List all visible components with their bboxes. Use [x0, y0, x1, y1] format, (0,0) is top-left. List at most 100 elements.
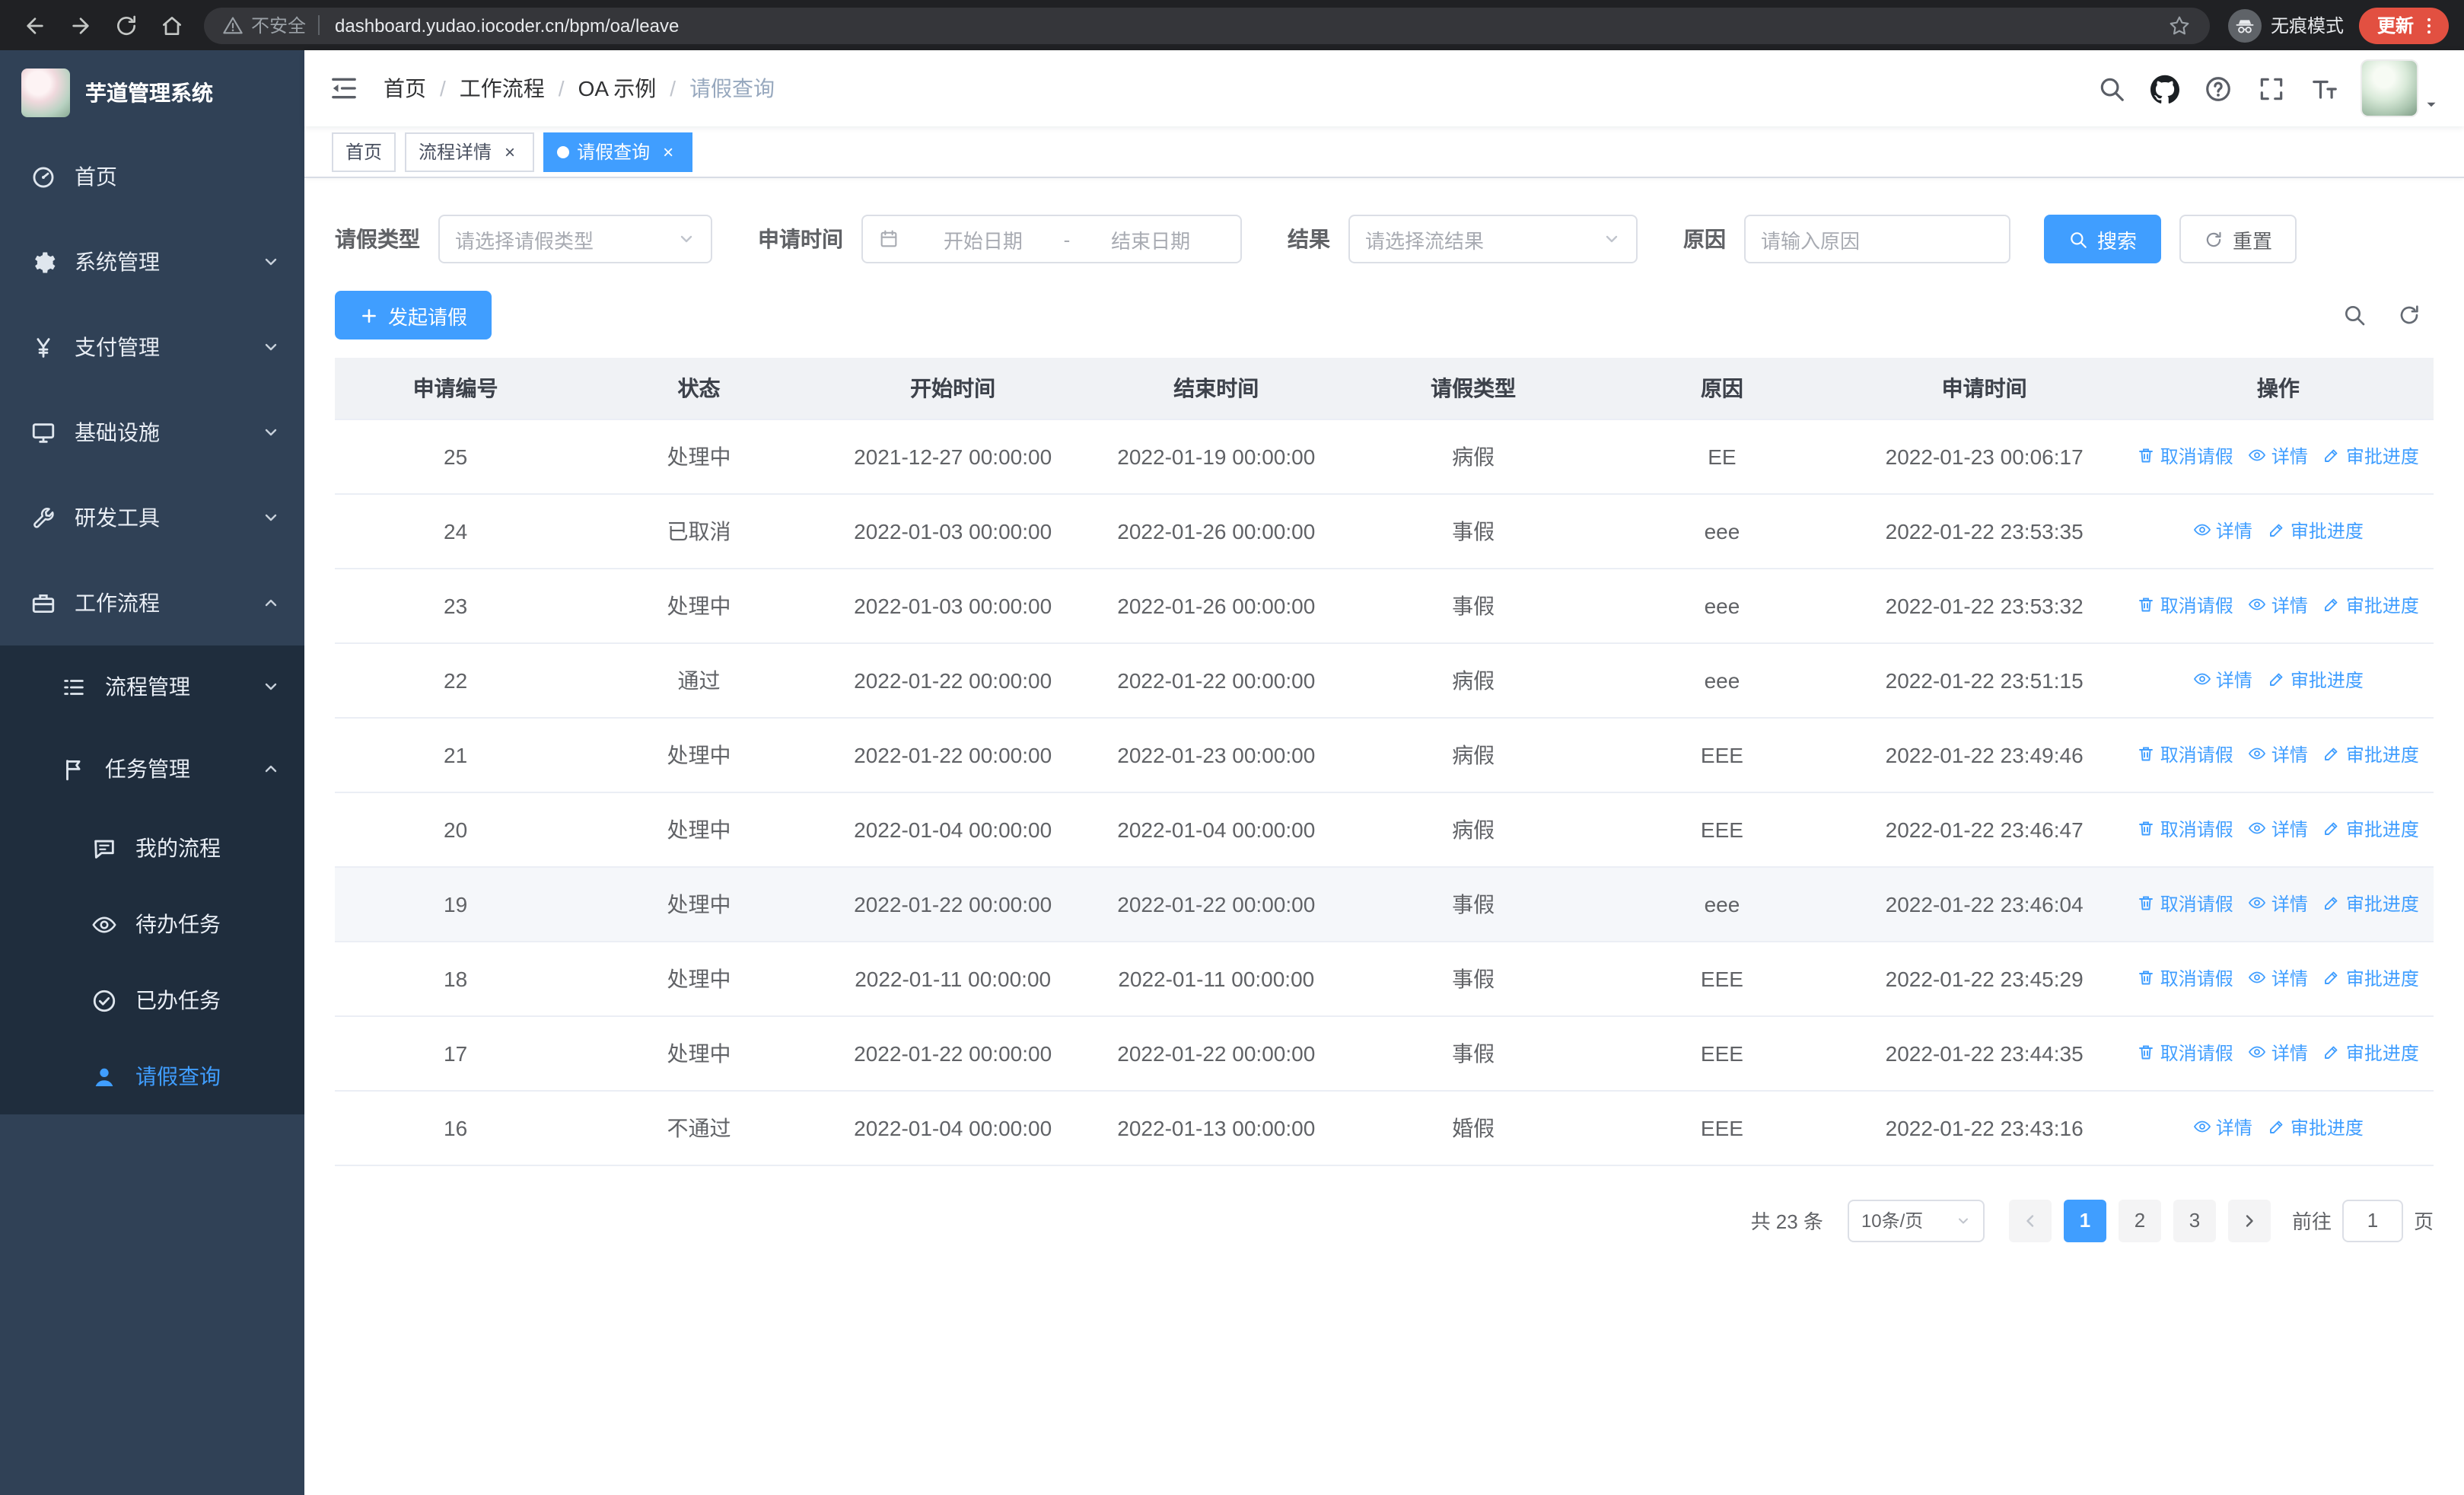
search-button[interactable]: 搜索: [2044, 215, 2162, 263]
close-tab-icon[interactable]: ×: [657, 141, 679, 162]
detail-link[interactable]: 详情: [2249, 816, 2308, 842]
bookmark-star-icon[interactable]: [2167, 13, 2192, 37]
approval-progress-link[interactable]: 审批进度: [2323, 1040, 2419, 1066]
toggle-search-icon[interactable]: [2342, 303, 2367, 327]
goto-page-input[interactable]: [2341, 1199, 2403, 1242]
detail-link[interactable]: 详情: [2193, 1114, 2252, 1140]
sidebar-item-payment[interactable]: 支付管理: [0, 304, 304, 390]
forward-button[interactable]: [61, 5, 100, 45]
result-select[interactable]: 请选择流结果: [1348, 215, 1638, 263]
table-cell: eee: [1598, 866, 1846, 942]
tab-process-detail[interactable]: 流程详情 ×: [405, 132, 535, 171]
approval-progress-link[interactable]: 审批进度: [2323, 443, 2419, 469]
approval-progress-link[interactable]: 审批进度: [2323, 965, 2419, 991]
approval-progress-link[interactable]: 审批进度: [2268, 667, 2364, 693]
cancel-leave-link[interactable]: 取消请假: [2138, 592, 2233, 618]
table-row: 21 处理中 2022-01-22 00:00:00 2022-01-23 00:00…: [335, 717, 2434, 792]
sidebar-item-process-manage[interactable]: 流程管理: [0, 645, 304, 728]
approval-progress-link[interactable]: 审批进度: [2323, 741, 2419, 767]
sidebar-item-infra[interactable]: 基础设施: [0, 390, 304, 475]
tab-leave-query[interactable]: 请假查询 ×: [543, 132, 693, 171]
sidebar-logo[interactable]: 芋道管理系统: [0, 50, 304, 134]
reason-input[interactable]: 请输入原因: [1744, 215, 2010, 263]
sidebar-item-workflow[interactable]: 工作流程: [0, 560, 304, 645]
sidebar-item-leave-query[interactable]: 请假查询: [0, 1038, 304, 1114]
cancel-leave-link[interactable]: 取消请假: [2138, 965, 2233, 991]
font-size-icon[interactable]: [2310, 74, 2339, 103]
sidebar-item-home[interactable]: 首页: [0, 134, 304, 219]
search-icon[interactable]: [2097, 74, 2126, 103]
breadcrumb-item[interactable]: 首页: [384, 73, 426, 104]
sidebar-item-system[interactable]: 系统管理: [0, 219, 304, 304]
table-cell: EEE: [1598, 941, 1846, 1016]
page-size-select[interactable]: 10条/页: [1847, 1199, 1985, 1242]
approval-progress-link[interactable]: 审批进度: [2268, 1114, 2364, 1140]
question-icon[interactable]: [2204, 74, 2233, 103]
kebab-menu-icon[interactable]: [2418, 14, 2440, 36]
detail-link[interactable]: 详情: [2249, 965, 2308, 991]
table-cell: 病假: [1348, 419, 1599, 494]
sidebar-collapse-icon[interactable]: [329, 73, 359, 104]
page-button-1[interactable]: 1: [2063, 1199, 2106, 1242]
sidebar-item-label: 系统管理: [75, 250, 160, 274]
breadcrumb-item[interactable]: OA 示例: [578, 73, 657, 104]
address-bar[interactable]: 不安全 dashboard.yudao.iocoder.cn/bpm/oa/le…: [204, 7, 2210, 43]
detail-link[interactable]: 详情: [2249, 443, 2308, 469]
page-button-2[interactable]: 2: [2118, 1199, 2161, 1242]
cancel-leave-link[interactable]: 取消请假: [2138, 816, 2233, 842]
sidebar-item-task-manage[interactable]: 任务管理: [0, 728, 304, 810]
cancel-leave-link[interactable]: 取消请假: [2138, 741, 2233, 767]
approval-progress-link[interactable]: 审批进度: [2323, 592, 2419, 618]
cancel-leave-link[interactable]: 取消请假: [2138, 891, 2233, 916]
sidebar-item-my-process[interactable]: 我的流程: [0, 810, 304, 886]
search-button-label: 搜索: [2097, 229, 2138, 252]
sidebar-item-todo-tasks[interactable]: 待办任务: [0, 886, 304, 962]
sidebar-item-devtools[interactable]: 研发工具: [0, 475, 304, 560]
tab-home[interactable]: 首页: [332, 132, 396, 171]
edit-icon: [2268, 521, 2286, 540]
approval-progress-link[interactable]: 审批进度: [2323, 816, 2419, 842]
table-cell: 2022-01-23 00:06:17: [1845, 419, 2123, 494]
leave-type-label: 请假类型: [335, 227, 420, 251]
user-menu[interactable]: [2361, 59, 2440, 117]
breadcrumb-item[interactable]: 工作流程: [460, 73, 545, 104]
detail-link[interactable]: 详情: [2249, 741, 2308, 767]
action-label: 取消请假: [2160, 967, 2233, 990]
page-button-3[interactable]: 3: [2173, 1199, 2216, 1242]
address-bar-divider: [318, 15, 320, 35]
close-tab-icon[interactable]: ×: [499, 141, 520, 162]
action-label: 审批进度: [2290, 669, 2364, 691]
fullscreen-icon[interactable]: [2257, 74, 2286, 103]
home-button[interactable]: [152, 5, 192, 45]
leave-type-select[interactable]: 请选择请假类型: [438, 215, 712, 263]
detail-link[interactable]: 详情: [2249, 1040, 2308, 1066]
reset-button[interactable]: 重置: [2179, 215, 2297, 263]
back-button[interactable]: [15, 5, 55, 45]
edit-icon: [2268, 671, 2286, 689]
detail-link[interactable]: 详情: [2193, 667, 2252, 693]
github-icon[interactable]: [2150, 74, 2179, 103]
result-label: 结果: [1288, 227, 1330, 251]
cancel-leave-link[interactable]: 取消请假: [2138, 443, 2233, 469]
detail-link[interactable]: 详情: [2193, 518, 2252, 543]
sidebar-item-done-tasks[interactable]: 已办任务: [0, 962, 304, 1038]
operations-cell: 取消请假 详情 审批进度: [2122, 717, 2434, 792]
apply-time-range-picker[interactable]: 开始日期 - 结束日期: [861, 215, 1242, 263]
column-header: 原因: [1598, 358, 1846, 419]
create-leave-button[interactable]: 发起请假: [335, 291, 492, 339]
table-cell: 2022-01-19 00:00:00: [1084, 419, 1349, 494]
table-cell: 2022-01-22 23:45:29: [1845, 941, 2123, 1016]
reload-button[interactable]: [107, 5, 146, 45]
cancel-leave-link[interactable]: 取消请假: [2138, 1040, 2233, 1066]
table-cell: 2022-01-23 00:00:00: [1084, 717, 1349, 792]
update-browser-button[interactable]: 更新: [2358, 7, 2449, 43]
date-range-separator: -: [1063, 228, 1071, 250]
refresh-table-icon[interactable]: [2397, 303, 2421, 327]
detail-link[interactable]: 详情: [2249, 592, 2308, 618]
next-page-button[interactable]: [2227, 1199, 2271, 1242]
prev-page-button[interactable]: [2008, 1199, 2052, 1242]
table-cell: 2022-01-26 00:00:00: [1084, 568, 1349, 643]
approval-progress-link[interactable]: 审批进度: [2268, 518, 2364, 543]
approval-progress-link[interactable]: 审批进度: [2323, 891, 2419, 916]
detail-link[interactable]: 详情: [2249, 891, 2308, 916]
